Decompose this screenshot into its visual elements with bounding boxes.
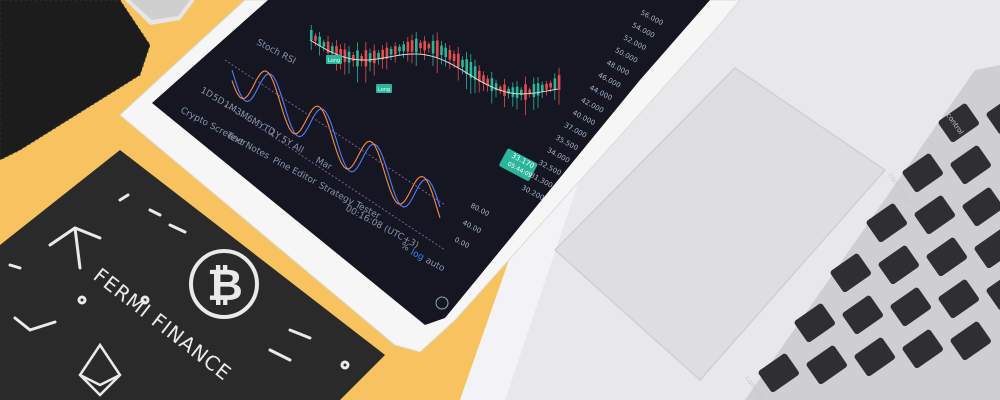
- svg-text:₿: ₿: [207, 260, 243, 311]
- candle: [373, 50, 376, 64]
- candle: [402, 44, 405, 52]
- candle: [452, 53, 456, 62]
- candle: [541, 84, 544, 92]
- candle: [347, 51, 351, 63]
- candle: [352, 54, 355, 61]
- candle: [549, 82, 552, 88]
- candle: [406, 41, 410, 52]
- candle: [511, 87, 515, 97]
- candle: [398, 46, 401, 52]
- candle: [318, 36, 321, 47]
- candle: [490, 78, 494, 91]
- long-signal-2: Long: [376, 84, 392, 93]
- candle: [532, 84, 536, 97]
- candle: [528, 89, 531, 94]
- candle: [431, 40, 435, 54]
- candle: [310, 29, 313, 41]
- candle: [553, 78, 557, 90]
- candle: [389, 48, 393, 55]
- candle: [322, 42, 326, 47]
- photo-scene: Stoch RSI Mar 00:16:08 (UTC+3) % log aut…: [0, 0, 1000, 400]
- long-signal-1: Long: [326, 55, 342, 64]
- candle: [343, 49, 347, 63]
- candle: [427, 44, 431, 49]
- candle: [410, 40, 414, 52]
- candle: [419, 42, 422, 49]
- candle: [368, 53, 372, 63]
- svg-text:Long: Long: [328, 58, 340, 64]
- candle: [377, 52, 380, 59]
- candle: [461, 59, 464, 68]
- candle: [524, 84, 527, 100]
- svg-text:Long: Long: [378, 87, 390, 93]
- candle: [356, 50, 359, 67]
- candle: [503, 84, 506, 96]
- candle: [423, 40, 426, 51]
- candle: [436, 40, 439, 57]
- candle: [394, 46, 397, 55]
- candle: [557, 75, 561, 90]
- candle: [364, 50, 368, 67]
- candle: [515, 86, 519, 99]
- candle: [448, 50, 452, 60]
- candle: [444, 47, 447, 58]
- candle: [536, 83, 540, 96]
- candle: [314, 35, 317, 41]
- candle: [440, 45, 443, 56]
- candle: [545, 83, 548, 90]
- candle: [457, 53, 460, 68]
- candle: [415, 38, 418, 53]
